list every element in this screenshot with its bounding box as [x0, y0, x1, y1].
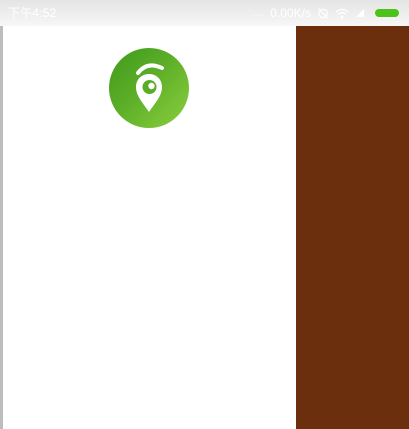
status-dots: ... [253, 8, 265, 18]
network-speed: 0.00K/s [270, 6, 311, 20]
status-time: 下午4:52 [8, 6, 57, 20]
main-content-overlay[interactable] [296, 26, 409, 429]
location-pin-icon [136, 63, 164, 112]
status-icons: ... 0.00K/s [254, 0, 399, 26]
battery-icon [375, 9, 399, 17]
status-bar: 下午4:52 ... 0.00K/s [0, 0, 409, 26]
alarm-off-icon [317, 7, 329, 19]
app-logo[interactable] [109, 48, 189, 128]
signal-icon [355, 8, 365, 18]
navigation-drawer [3, 26, 296, 429]
wifi-icon [335, 8, 349, 19]
